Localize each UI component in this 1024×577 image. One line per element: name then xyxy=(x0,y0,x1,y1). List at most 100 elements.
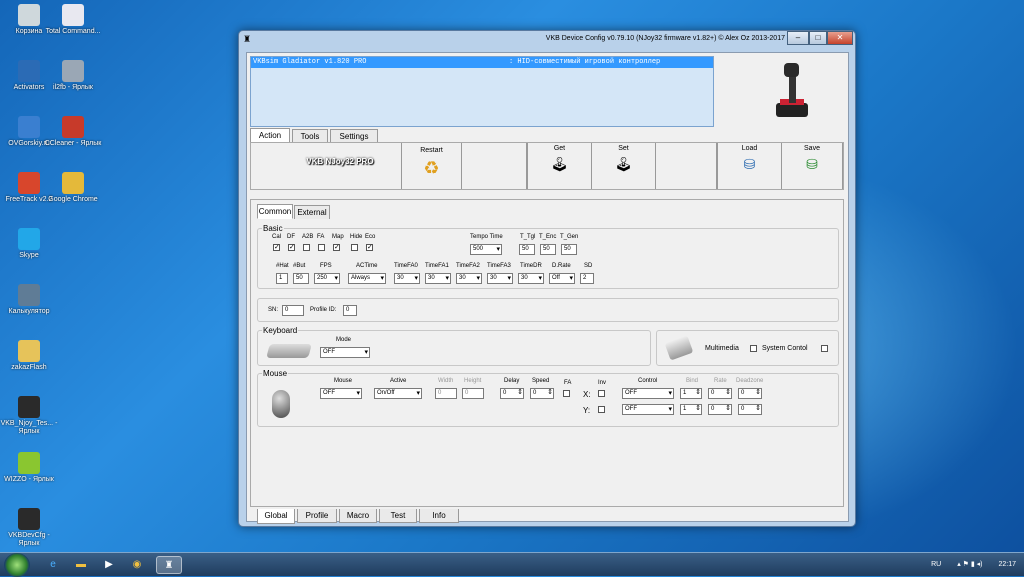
bind-x-spinner[interactable]: 1 xyxy=(680,388,702,399)
tab-tools[interactable]: Tools xyxy=(292,129,328,143)
get-button[interactable]: Get 🕹 xyxy=(527,143,591,189)
joystick-set-icon: 🕹 xyxy=(614,156,633,172)
tab-global[interactable]: Global xyxy=(257,509,295,524)
desktop-icon[interactable]: VKBDevCfg - Ярлык xyxy=(0,508,58,548)
height-input[interactable]: 0 xyxy=(462,388,484,399)
basic-check-label: DF xyxy=(287,234,295,240)
clock[interactable]: 22:17 xyxy=(998,561,1016,568)
keyboard-mode-select[interactable]: OFF xyxy=(320,347,370,358)
maximize-button[interactable]: □ xyxy=(809,31,827,45)
chrome-icon[interactable]: ◉ xyxy=(124,556,150,574)
desktop-icon-image xyxy=(18,508,40,530)
tab-profile[interactable]: Profile xyxy=(297,509,337,523)
rate-y-spinner[interactable]: 0 xyxy=(708,404,732,415)
basic-checkbox[interactable] xyxy=(318,244,325,251)
control-y-select[interactable]: OFF xyxy=(622,404,674,415)
inv-label: Inv xyxy=(598,380,607,386)
tempo-select[interactable]: 500 xyxy=(470,244,502,255)
timedr-select[interactable]: 30 xyxy=(518,273,544,284)
t-enc-input[interactable]: 50 xyxy=(540,244,556,255)
hat-input[interactable]: 1 xyxy=(276,273,288,284)
language-indicator[interactable]: RU xyxy=(931,561,941,568)
ie-icon[interactable]: e xyxy=(40,556,66,574)
tab-macro[interactable]: Macro xyxy=(339,509,377,523)
device-description: : HID-совместимый игровой контроллер xyxy=(509,58,661,66)
desktop-icon[interactable]: VKB_Njoy_Tes... - Ярлык xyxy=(0,396,58,436)
sd-input[interactable]: 2 xyxy=(580,273,594,284)
app-icon: ♜ xyxy=(243,34,252,44)
desktop-icon[interactable]: Total Command... xyxy=(44,4,102,36)
fps-select[interactable]: 250 xyxy=(314,273,340,284)
subtab-common[interactable]: Common xyxy=(257,204,293,219)
basic-checkbox[interactable]: ✓ xyxy=(366,244,373,251)
tab-test[interactable]: Test xyxy=(379,509,417,523)
tray-icons: ▴ ⚑ ▮ ◂) xyxy=(957,561,983,568)
timefa3-select[interactable]: 30 xyxy=(487,273,513,284)
save-label: Save xyxy=(804,145,820,152)
active-select[interactable]: On/Off xyxy=(374,388,422,399)
device-list[interactable]: VKBsim Gladiator v1.820 PRO: HID-совмест… xyxy=(250,56,714,127)
mouse-mode-select[interactable]: OFF xyxy=(320,388,362,399)
t-gen-input[interactable]: 50 xyxy=(561,244,577,255)
timefa2-select[interactable]: 30 xyxy=(456,273,482,284)
desktop-icon[interactable]: zakazFlash xyxy=(0,340,58,372)
rate-x-spinner[interactable]: 0 xyxy=(708,388,732,399)
device-row[interactable]: VKBsim Gladiator v1.820 PRO: HID-совмест… xyxy=(251,57,713,68)
title-bar[interactable]: ♜ VKB Device Config v0.79.10 (NJoy32 fir… xyxy=(239,31,855,49)
drate-select[interactable]: Off xyxy=(549,273,575,284)
media-player-icon[interactable]: ▶ xyxy=(96,556,122,574)
basic-checkbox[interactable] xyxy=(351,244,358,251)
load-button[interactable]: Load ⛁ xyxy=(717,143,781,189)
tab-info[interactable]: Info xyxy=(419,509,459,523)
bind-y-spinner[interactable]: 1 xyxy=(680,404,702,415)
inv-x-checkbox[interactable] xyxy=(598,390,605,397)
basic-checkbox[interactable]: ✓ xyxy=(333,244,340,251)
speed-spinner[interactable]: 0 xyxy=(530,388,554,399)
basic-checkbox[interactable]: ✓ xyxy=(273,244,280,251)
device-title: VKB NJoy32 PRO xyxy=(306,157,374,166)
sn-input[interactable]: 0 xyxy=(282,305,304,316)
desktop-icon[interactable]: Google Chrome xyxy=(44,172,102,204)
actime-select[interactable]: Always xyxy=(348,273,386,284)
tab-action[interactable]: Action xyxy=(250,128,290,143)
but-label: #But xyxy=(293,263,306,269)
restart-label: Restart xyxy=(420,147,443,154)
width-label: Width xyxy=(438,378,454,384)
desktop-icon-label: Total Command... xyxy=(45,28,101,35)
desktop-icon[interactable]: WIZZO - Ярлык xyxy=(0,452,58,484)
subtab-external[interactable]: External xyxy=(294,205,330,219)
restart-button[interactable]: Restart ♻ xyxy=(401,143,461,189)
multimedia-checkbox[interactable] xyxy=(750,345,757,352)
control-x-select[interactable]: OFF xyxy=(622,388,674,399)
inv-y-checkbox[interactable] xyxy=(598,406,605,413)
but-input[interactable]: 50 xyxy=(293,273,309,284)
desktop-icon[interactable]: il2fb - Ярлык xyxy=(44,60,102,92)
basic-checkbox[interactable] xyxy=(303,244,310,251)
close-button[interactable]: ✕ xyxy=(827,31,853,45)
profile-id-input[interactable]: 0 xyxy=(343,305,357,316)
t-tgl-input[interactable]: 50 xyxy=(519,244,535,255)
desktop-icon[interactable]: Skype xyxy=(0,228,58,260)
basic-checkbox[interactable]: ✓ xyxy=(288,244,295,251)
timefa1-select[interactable]: 30 xyxy=(425,273,451,284)
minimize-button[interactable]: – xyxy=(787,31,809,45)
start-button[interactable] xyxy=(4,553,30,577)
fa-checkbox[interactable] xyxy=(563,390,570,397)
timefa0-select[interactable]: 30 xyxy=(394,273,420,284)
desktop-icon-image xyxy=(18,396,40,418)
desktop-icon[interactable]: Калькулятор xyxy=(0,284,58,316)
system-control-checkbox[interactable] xyxy=(821,345,828,352)
tab-settings[interactable]: Settings xyxy=(330,129,378,143)
deadzone-x-spinner[interactable]: 0 xyxy=(738,388,762,399)
delay-spinner[interactable]: 0 xyxy=(500,388,524,399)
set-button[interactable]: Set 🕹 xyxy=(591,143,655,189)
desktop-icon[interactable]: CCleaner - Ярлык xyxy=(44,116,102,148)
explorer-icon[interactable]: ▬ xyxy=(68,556,94,574)
speed-label: Speed xyxy=(532,378,550,384)
width-input[interactable]: 0 xyxy=(435,388,457,399)
vkb-taskbar-icon[interactable]: ♜ xyxy=(156,556,182,574)
save-button[interactable]: Save ⛁ xyxy=(781,143,843,189)
deadzone-y-spinner[interactable]: 0 xyxy=(738,404,762,415)
desktop-icon-label: VKB_Njoy_Tes... - Ярлык xyxy=(0,420,58,435)
desktop-icon-label: Skype xyxy=(19,252,39,259)
